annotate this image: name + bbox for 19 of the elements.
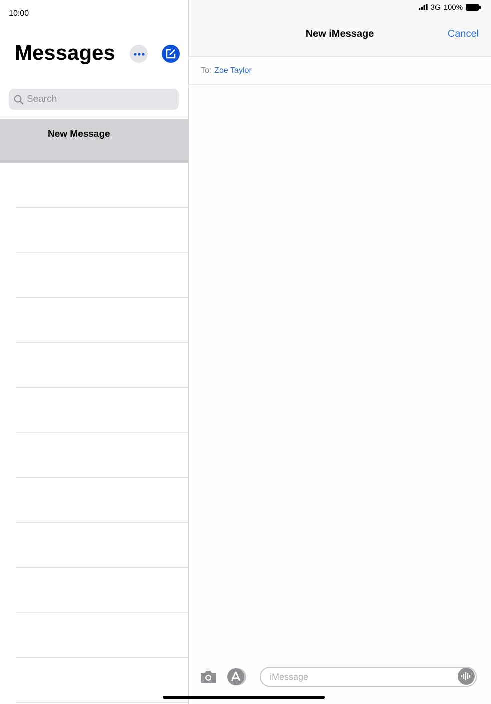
message-field[interactable]: iMessage (260, 666, 477, 686)
camera-icon[interactable] (200, 670, 217, 683)
conversation-row[interactable]: New Message (0, 119, 188, 163)
signal-icon (418, 4, 428, 10)
apps-icon[interactable] (226, 668, 248, 686)
ellipsis-icon (134, 52, 144, 56)
sidebar-title: Messages (15, 42, 116, 66)
audio-icon[interactable] (458, 668, 475, 685)
recipient-name[interactable]: Zoe Taylor (214, 66, 252, 75)
compose-icon (166, 49, 176, 59)
cancel-button[interactable]: Cancel (419, 28, 479, 40)
battery-icon (466, 4, 481, 10)
to-label: To: (201, 66, 212, 75)
compose-button[interactable] (162, 45, 180, 63)
conversation-title: New Message (48, 129, 110, 140)
search-field[interactable]: Search (9, 89, 179, 110)
status-time: 10:00 (9, 9, 30, 18)
more-button[interactable] (130, 45, 148, 63)
compose-title: New iMessage (304, 28, 376, 40)
